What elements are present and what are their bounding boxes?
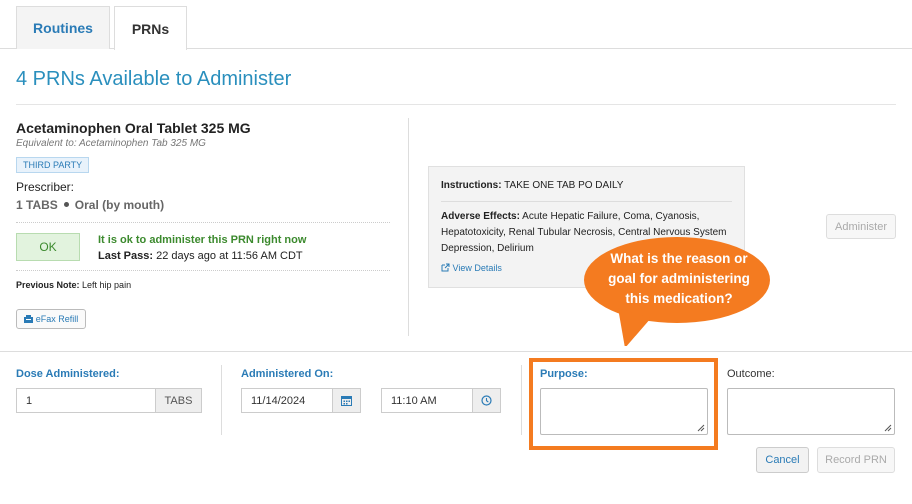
clock-button[interactable] bbox=[472, 388, 501, 413]
time-input[interactable]: 11:10 AM bbox=[381, 388, 473, 413]
divider bbox=[16, 222, 390, 223]
instructions-label: Instructions: bbox=[441, 180, 502, 191]
page-title: 4 PRNs Available to Administer bbox=[16, 68, 292, 90]
view-details-label: View Details bbox=[452, 263, 502, 273]
tab-prns[interactable]: PRNs bbox=[114, 6, 187, 50]
callout-text: What is the reason or goal for administe… bbox=[608, 251, 750, 306]
highlight-frame bbox=[529, 358, 718, 450]
prescriber-label: Prescriber: bbox=[16, 180, 75, 194]
previous-note-value: Left hip pain bbox=[82, 280, 132, 290]
dose-input[interactable]: 1 bbox=[16, 388, 156, 413]
calendar-icon bbox=[341, 396, 352, 406]
external-link-icon bbox=[441, 263, 450, 272]
view-details-link[interactable]: View Details bbox=[441, 263, 502, 273]
last-pass: Last Pass: 22 days ago at 11:56 AM CDT bbox=[98, 250, 303, 262]
dose-route: 1 TABS Oral (by mouth) bbox=[16, 198, 164, 212]
instructions-value: TAKE ONE TAB PO DAILY bbox=[504, 180, 624, 191]
tab-routines[interactable]: Routines bbox=[16, 6, 110, 49]
last-pass-value: 22 days ago at 11:56 AM CDT bbox=[156, 250, 303, 262]
resize-grip-icon bbox=[884, 424, 892, 432]
status-message: It is ok to administer this PRN right no… bbox=[98, 234, 307, 246]
efax-refill-button[interactable]: eFax Refill bbox=[16, 309, 86, 329]
fax-icon bbox=[23, 315, 33, 323]
dose-administered-label: Dose Administered: bbox=[16, 368, 120, 380]
previous-note: Previous Note: Left hip pain bbox=[16, 280, 131, 290]
tab-label: Routines bbox=[33, 20, 93, 36]
last-pass-label: Last Pass: bbox=[98, 250, 154, 262]
previous-note-label: Previous Note: bbox=[16, 280, 80, 290]
bullet-icon bbox=[63, 202, 69, 208]
status-badge: OK bbox=[16, 233, 80, 261]
divider bbox=[16, 104, 896, 105]
outcome-label: Outcome: bbox=[727, 368, 775, 380]
medication-equivalent: Equivalent to: Acetaminophen Tab 325 MG bbox=[16, 138, 206, 149]
divider bbox=[16, 270, 390, 271]
adverse-label: Adverse Effects: bbox=[441, 211, 520, 222]
tab-label: PRNs bbox=[131, 20, 170, 37]
outcome-textarea[interactable] bbox=[727, 388, 895, 435]
dose-text: 1 TABS bbox=[16, 198, 58, 212]
route-text: Oral (by mouth) bbox=[74, 198, 165, 212]
administered-on-label: Administered On: bbox=[241, 368, 334, 380]
divider bbox=[408, 118, 409, 336]
date-input[interactable]: 11/14/2024 bbox=[241, 388, 333, 413]
instructions: Instructions: TAKE ONE TAB PO DAILY bbox=[441, 180, 623, 191]
medication-name: Acetaminophen Oral Tablet 325 MG bbox=[16, 120, 251, 136]
divider bbox=[441, 201, 732, 202]
record-prn-button[interactable]: Record PRN bbox=[817, 447, 895, 473]
dose-unit: TABS bbox=[155, 388, 202, 413]
divider bbox=[221, 365, 222, 435]
tab-bar: Routines PRNs bbox=[0, 0, 912, 50]
clock-icon bbox=[481, 395, 492, 406]
calendar-button[interactable] bbox=[332, 388, 361, 413]
efax-label: eFax Refill bbox=[35, 314, 79, 324]
divider bbox=[0, 351, 912, 352]
divider bbox=[521, 365, 522, 435]
administer-button[interactable]: Administer bbox=[826, 214, 896, 239]
third-party-badge: THIRD PARTY bbox=[16, 157, 90, 173]
cancel-button[interactable]: Cancel bbox=[756, 447, 809, 473]
